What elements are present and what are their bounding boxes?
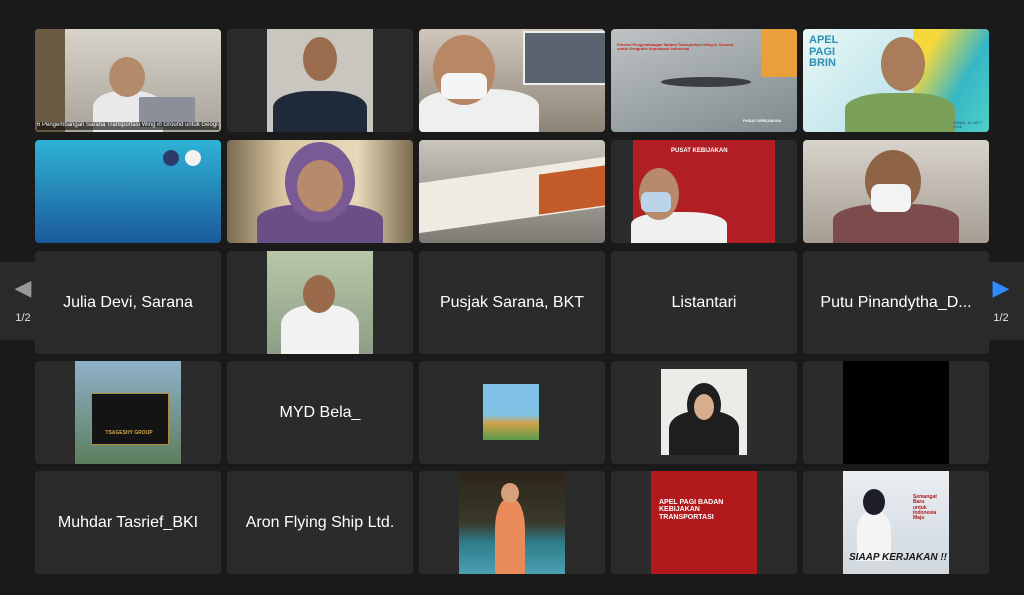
participant-name: Pusjak Sarana, BKT [439,293,585,311]
profile-photo [483,384,539,440]
participant-tile[interactable]: Pusjak Sarana, BKT [419,251,605,354]
logo-icon [163,150,179,166]
video-tile[interactable] [803,140,989,243]
background-date: SENIN, 31 OKT 2022 [953,120,982,130]
profile-photo [843,361,949,464]
slide-footer: PUSAT KEBIJAKAN [743,118,781,123]
slide-caption: 6 Pengembangan Sarana Transportasi Wing … [37,122,219,130]
profile-photo [651,471,757,574]
video-tile[interactable] [419,29,605,132]
headscarf [863,489,885,515]
person-head [303,37,337,81]
slide-accent [761,29,797,77]
face-mask [441,73,487,99]
next-page-button[interactable]: ▶ 1/2 [978,262,1024,340]
logo-text: TSAGESHY GROUP [105,430,153,436]
video-tile[interactable] [227,29,413,132]
participant-tile[interactable]: APEL PAGI BADAN KEBIJAKAN TRANSPORTASI [611,471,797,574]
background-title: PUSAT KEBIJAKAN [671,148,728,154]
poster-tagline: SIAAP KERJAKAN !! [849,552,947,563]
participant-tile[interactable]: MYD Bela_ [227,361,413,464]
participant-tile[interactable]: Putu Pinandytha_D... [803,251,989,354]
participant-tile[interactable] [227,251,413,354]
video-tile[interactable] [35,140,221,243]
participant-tile[interactable]: TSAGESHY GROUP [35,361,221,464]
participant-tile[interactable] [803,361,989,464]
video-tile-active-speaker[interactable]: 6 Pengembangan Sarana Transportasi Wing … [35,29,221,132]
prev-page-button[interactable]: ◀ 1/2 [0,262,46,340]
person [845,93,955,132]
person [631,212,727,243]
slide-title: APEL PAGI BADAN KEBIJAKAN TRANSPORTASI [659,499,724,521]
participant-tile[interactable]: Muhdar Tasrief_BKI [35,471,221,574]
poster-slogan: Semangat Baru untuk Indonesia Maju [913,494,937,521]
participant-name: Muhdar Tasrief_BKI [57,513,199,531]
chevron-right-icon: ▶ [992,275,1010,300]
person-head [501,483,519,503]
video-tile-shared-slide[interactable]: Potensi Pengembangan Sarana Transportasi… [611,29,797,132]
person-head [303,275,335,313]
background-title: APEL PAGI BRIN [809,34,839,70]
participant-tile[interactable] [611,361,797,464]
chevron-left-icon: ◀ [14,275,32,300]
video-tile[interactable] [419,140,605,243]
person [495,499,525,574]
participant-name: MYD Bela_ [279,403,361,421]
participant-tile[interactable] [419,471,605,574]
person-head [109,57,145,97]
face-mask [641,192,671,212]
logo-box [91,393,169,445]
person [273,91,367,132]
participant-name: Aron Flying Ship Ltd. [245,513,395,531]
video-tile[interactable]: APEL PAGI BRIN SENIN, 31 OKT 2022 [803,29,989,132]
participant-name: Listantari [671,293,737,311]
person-head [881,37,925,91]
participant-name: Putu Pinandytha_D... [820,293,972,311]
participant-tile[interactable]: Julia Devi, Sarana [35,251,221,354]
aircraft-shape [661,77,751,87]
slide-title: Potensi Pengembangan Sarana Transportasi… [617,42,733,52]
page-indicator: 1/2 [993,312,1009,324]
participant-tile[interactable] [419,361,605,464]
person-head [297,160,343,212]
curtain [35,29,65,132]
participant-tile[interactable]: Semangat Baru untuk Indonesia Maju SIAAP… [803,471,989,574]
participant-tile[interactable]: Aron Flying Ship Ltd. [227,471,413,574]
page-indicator: 1/2 [15,312,31,324]
participant-name: Julia Devi, Sarana [63,293,193,311]
participant-tile[interactable]: Listantari [611,251,797,354]
monitor [523,31,605,85]
logo-icon [185,150,201,166]
face-mask [871,184,911,212]
video-tile[interactable]: PUSAT KEBIJAKAN [611,140,797,243]
video-grid: 6 Pengembangan Sarana Transportasi Wing … [0,0,1024,595]
person-head [694,394,714,420]
video-tile[interactable] [227,140,413,243]
